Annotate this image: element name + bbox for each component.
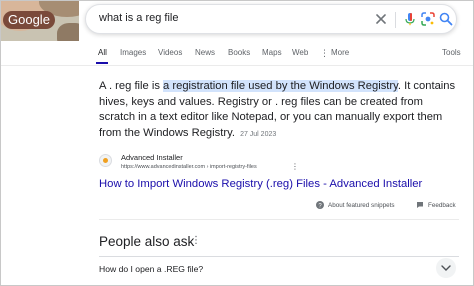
feedback-label: Feedback [428,201,456,209]
more-dots-icon: ⋮ [320,47,329,58]
tab-all[interactable]: All [98,48,107,57]
about-featured-snippets[interactable]: ? About featured snippets [316,201,395,209]
search-box-divider [395,12,396,28]
result-title-link[interactable]: How to Import Windows Registry (.reg) Fi… [99,178,422,190]
paa-question[interactable]: How do I open a .REG file? [99,264,203,274]
result-menu-icon[interactable]: ⋮ [291,162,299,171]
tab-maps[interactable]: Maps [262,48,282,57]
tab-videos[interactable]: Videos [158,48,182,57]
tab-more[interactable]: ⋮ More [320,48,349,57]
clear-icon[interactable] [373,11,389,27]
logo-text: Google [3,11,55,29]
snippet-footer: ? About featured snippets Feedback [1,201,473,213]
tabs-divider [1,65,473,66]
tools-button[interactable]: Tools [442,48,461,57]
search-header: Google what is a reg file [1,1,473,41]
snippet-date: 27 Jul 2023 [240,130,277,138]
google-lens-icon[interactable] [420,11,436,27]
google-doodle-logo[interactable]: Google [1,1,79,41]
people-also-ask-heading: People also ask [99,234,195,249]
search-icon[interactable] [438,11,454,27]
help-circle-icon: ? [316,201,324,209]
tab-web[interactable]: Web [292,48,308,57]
search-box[interactable]: what is a reg file [85,4,457,34]
paa-divider [99,256,459,257]
about-label: About featured snippets [328,201,395,209]
tab-books[interactable]: Books [228,48,250,57]
microphone-icon[interactable] [402,11,418,27]
site-favicon-icon [99,154,112,167]
chevron-down-icon[interactable] [436,258,456,278]
feedback-link[interactable]: Feedback [416,201,456,209]
tab-images[interactable]: Images [120,48,146,57]
browser-viewport: Google what is a reg file All Images Vid… [0,0,474,286]
active-tab-indicator [96,62,108,64]
site-name[interactable]: Advanced Installer [121,153,183,162]
tab-news[interactable]: News [195,48,215,57]
snippet-highlight: a registration file used by the Windows … [163,80,398,92]
people-also-ask-menu-icon[interactable]: ⋮ [191,235,201,246]
feedback-icon [417,202,423,208]
search-input[interactable]: what is a reg file [99,12,178,24]
tab-more-label: More [331,48,350,57]
search-tabs: All Images Videos News Books Maps Web ⋮ … [1,45,473,65]
site-url[interactable]: https://www.advancedinstaller.com › impo… [121,164,257,170]
section-divider [99,219,459,220]
snippet-text-start: A . reg file is [99,80,164,92]
featured-snippet-text: A . reg file is a registration file used… [99,79,459,142]
